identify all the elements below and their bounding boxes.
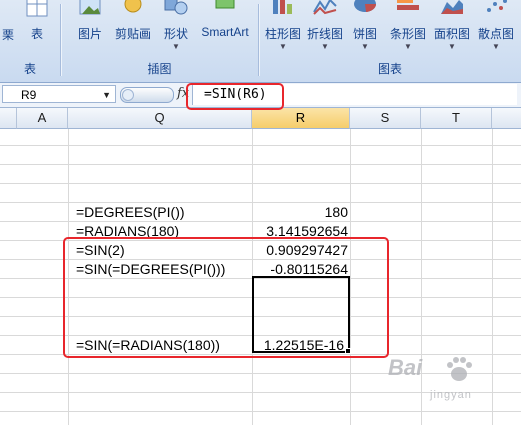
name-box-value: R9 — [21, 88, 37, 102]
picture-icon — [77, 0, 103, 24]
group-label-charts: 图表 — [377, 62, 402, 76]
line-chart-icon — [312, 0, 338, 24]
shapes-icon — [163, 0, 189, 24]
resize-knob[interactable] — [122, 89, 134, 101]
column-header-q[interactable]: Q — [68, 108, 252, 129]
clipart-button-label: 剪贴画 — [114, 27, 151, 41]
column-header-label: T — [452, 110, 460, 125]
name-box[interactable]: R9 ▼ — [2, 85, 116, 103]
line-chart-button[interactable]: 折线图 ▼ — [304, 0, 346, 52]
column-chart-label: 柱形图 — [264, 27, 301, 41]
ribbon: 栗 表 图片 剪贴画 形状 ▼ SmartArt 柱形图 ▼ 折线图 ▼ 饼图 … — [0, 0, 521, 83]
table-button-label: 表 — [30, 27, 43, 41]
shapes-button-label: 形状 — [163, 27, 188, 41]
watermark-logo: Bai — [388, 355, 423, 380]
column-chart-icon — [270, 0, 296, 24]
formula-highlight-box — [186, 83, 284, 110]
paw-icon — [447, 357, 472, 381]
column-header-a[interactable]: A — [17, 108, 68, 129]
chevron-down-icon: ▼ — [492, 42, 500, 51]
chevron-down-icon[interactable]: ▼ — [102, 86, 111, 104]
area-chart-icon — [439, 0, 465, 24]
bar-chart-icon — [395, 0, 421, 24]
chevron-down-icon: ▼ — [448, 42, 456, 51]
smartart-button[interactable]: SmartArt — [196, 0, 254, 52]
line-chart-label: 折线图 — [306, 27, 343, 41]
area-chart-button[interactable]: 面积图 ▼ — [430, 0, 474, 52]
smartart-icon — [212, 0, 238, 24]
clipart-icon — [120, 0, 146, 24]
scatter-chart-button[interactable]: 散点图 ▼ — [474, 0, 518, 52]
watermark: Bai jingyan — [388, 355, 516, 415]
ribbon-partial-left: 栗 — [2, 28, 15, 42]
column-header-label: S — [380, 110, 390, 125]
scatter-chart-icon — [483, 0, 509, 24]
select-all-corner[interactable] — [0, 108, 17, 129]
column-header-t[interactable]: T — [421, 108, 492, 129]
cell-q-1[interactable]: =DEGREES(PI()) — [76, 203, 251, 222]
chevron-down-icon: ▼ — [172, 42, 180, 51]
smartart-button-label: SmartArt — [201, 25, 249, 39]
column-header-label: Q — [154, 110, 165, 125]
picture-button-label: 图片 — [77, 27, 102, 41]
chevron-down-icon: ▼ — [321, 42, 329, 51]
bar-chart-label: 条形图 — [389, 27, 426, 41]
clipart-button[interactable]: 剪贴画 — [112, 0, 154, 52]
pie-chart-label: 饼图 — [352, 27, 377, 41]
column-header-label: A — [37, 110, 47, 125]
results-highlight-box — [63, 237, 389, 358]
chevron-down-icon: ▼ — [361, 42, 369, 51]
column-chart-button[interactable]: 柱形图 ▼ — [262, 0, 304, 52]
column-header-partial[interactable] — [492, 108, 521, 129]
chevron-down-icon: ▼ — [404, 42, 412, 51]
table-icon — [24, 0, 50, 24]
chevron-down-icon: ▼ — [279, 42, 287, 51]
area-chart-label: 面积图 — [433, 27, 470, 41]
pie-chart-icon — [352, 0, 378, 24]
group-label-tables: 表 — [23, 62, 36, 76]
column-header-s[interactable]: S — [350, 108, 421, 129]
watermark-text: jingyan — [430, 389, 472, 401]
shapes-button[interactable]: 形状 ▼ — [158, 0, 194, 52]
formula-bar-resize-handle[interactable] — [120, 87, 174, 103]
picture-button[interactable]: 图片 — [72, 0, 108, 52]
bar-chart-button[interactable]: 条形图 ▼ — [386, 0, 430, 52]
scatter-chart-label: 散点图 — [477, 27, 514, 41]
table-button[interactable]: 表 — [22, 0, 52, 52]
column-header-r[interactable]: R — [252, 108, 350, 129]
group-label-illustrations: 插图 — [147, 62, 172, 76]
cell-r-1[interactable]: 180 — [252, 203, 348, 222]
column-header-label: R — [295, 110, 306, 125]
pie-chart-button[interactable]: 饼图 ▼ — [350, 0, 380, 52]
